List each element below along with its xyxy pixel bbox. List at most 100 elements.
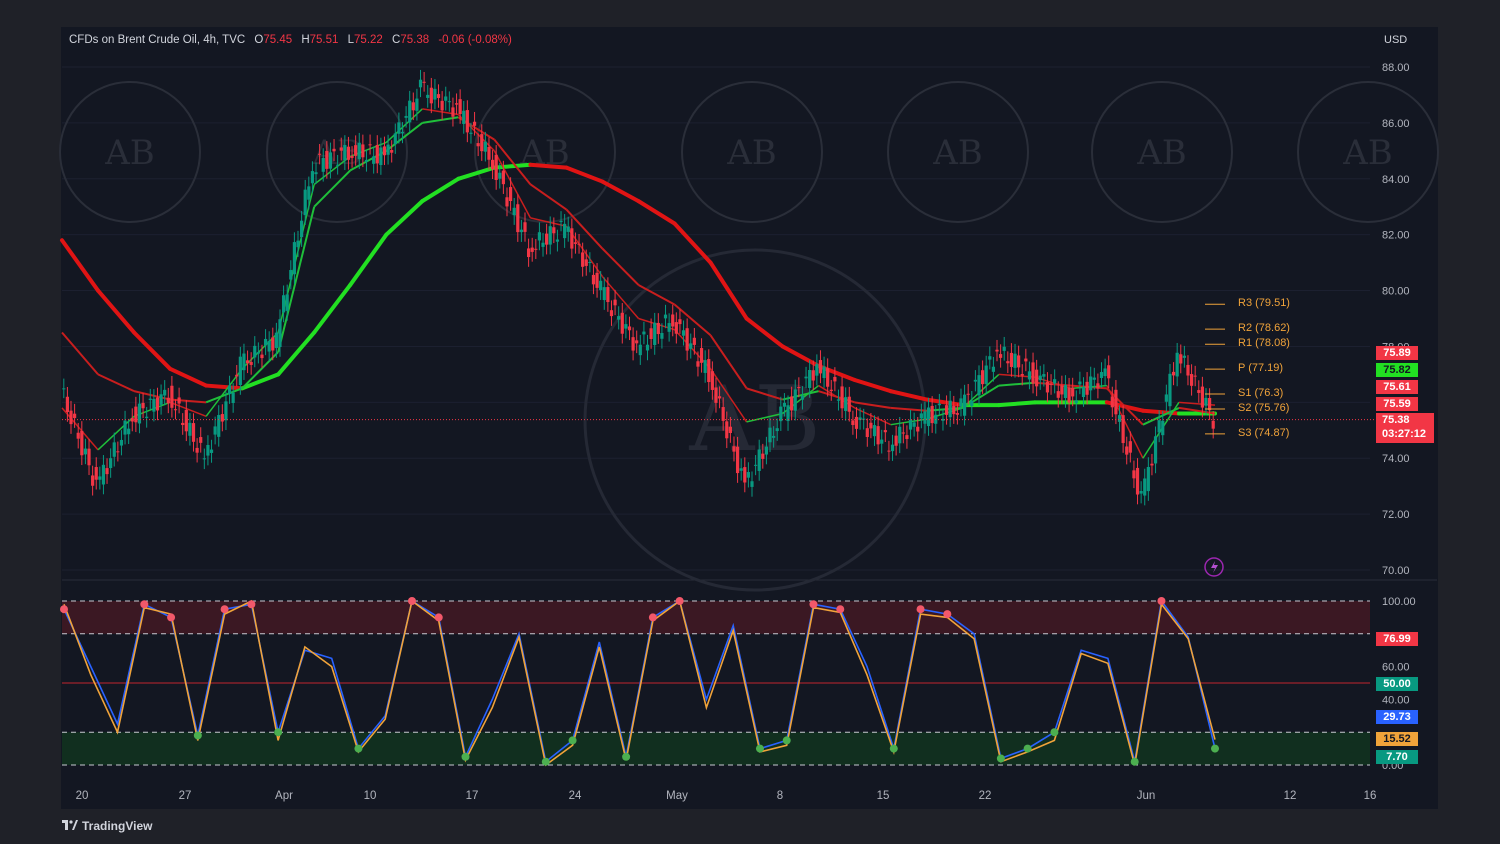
- candle-body: [591, 274, 596, 285]
- candle-body: [656, 322, 660, 335]
- candle-body: [368, 144, 372, 146]
- overbought-dot: [1157, 597, 1166, 605]
- tradingview-logo[interactable]: TradingView: [62, 819, 152, 833]
- ma-long-segment: [168, 366, 209, 388]
- candle-body: [418, 79, 423, 88]
- candle-body: [793, 389, 797, 411]
- candle-body: [710, 371, 714, 390]
- candle-body: [480, 134, 484, 152]
- candle-body: [754, 464, 758, 466]
- pivot-label: R2 (78.62): [1238, 322, 1290, 335]
- candle-body: [469, 132, 473, 134]
- candle-body: [1035, 369, 1039, 387]
- candle-body: [191, 423, 196, 442]
- candle-body: [772, 435, 776, 438]
- candle-body: [984, 365, 988, 384]
- candle-body: [883, 430, 887, 433]
- currency-label[interactable]: USD: [1384, 34, 1407, 46]
- candle-body: [1056, 391, 1060, 398]
- watermark-text: AB: [1342, 133, 1393, 173]
- candle-body: [743, 467, 747, 483]
- candle-body: [177, 397, 181, 404]
- ma-long-segment: [996, 400, 1037, 408]
- candle-body: [1179, 354, 1183, 364]
- pivot-label: P (77.19): [1238, 362, 1284, 375]
- candle-body: [321, 158, 325, 172]
- candle-body: [1204, 397, 1208, 406]
- oversold-dot: [889, 744, 898, 753]
- candle-body: [1067, 387, 1071, 403]
- candle-body: [1135, 467, 1140, 495]
- candle-body: [901, 432, 905, 434]
- candle-body: [1071, 387, 1075, 397]
- candle-body: [415, 98, 419, 111]
- oversold-dot: [354, 744, 363, 753]
- price-axis-label: 86.00: [1382, 118, 1410, 130]
- time-axis-label: 16: [1364, 790, 1377, 802]
- candle-body: [1197, 390, 1201, 393]
- candle-body: [962, 394, 967, 416]
- candle-body: [977, 375, 981, 396]
- candle-body: [667, 323, 671, 332]
- candle-body: [1099, 372, 1104, 378]
- candle-body: [76, 432, 80, 439]
- candle-body: [764, 446, 769, 455]
- candle-body: [530, 247, 534, 252]
- candle-body: [325, 150, 329, 169]
- candle-body: [545, 233, 549, 245]
- symbol-header[interactable]: CFDs on Brent Crude Oil, 4h, TVC O75.45 …: [69, 34, 512, 46]
- candle-body: [1139, 490, 1143, 494]
- candle-body: [1096, 383, 1100, 389]
- candle-body: [1189, 374, 1194, 386]
- candle-body: [285, 294, 289, 311]
- ma-long-segment: [852, 377, 893, 394]
- candle-body: [746, 472, 750, 478]
- candle-body: [699, 348, 704, 363]
- candle-body: [498, 172, 502, 179]
- oversold-dot: [755, 744, 764, 753]
- candle-body: [663, 314, 668, 319]
- chart-canvas[interactable]: AB AB AB AB AB AB ABAB 88.0086.0084.0082.0080.…: [0, 0, 1500, 844]
- candle-body: [1114, 389, 1118, 415]
- candle-body: [822, 366, 826, 379]
- candle-body: [638, 344, 642, 356]
- candle-body: [923, 411, 927, 424]
- candle-body: [408, 100, 412, 123]
- candle-body: [1193, 375, 1197, 377]
- candle-body: [465, 110, 469, 133]
- candle-body: [231, 392, 235, 403]
- candle-body: [472, 121, 477, 126]
- candle-body: [501, 170, 505, 185]
- candle-body: [869, 422, 873, 429]
- overbought-dot: [140, 600, 149, 609]
- candle-body: [426, 94, 430, 98]
- candle-body: [1150, 463, 1154, 466]
- branding-text: TradingView: [82, 819, 153, 833]
- candle-body: [173, 409, 178, 411]
- price-axis-label: 80.00: [1382, 286, 1410, 298]
- candle-body: [537, 232, 542, 241]
- candle-body: [80, 430, 84, 456]
- candle-body: [202, 458, 206, 460]
- candle-body: [1107, 365, 1111, 379]
- candle-body: [1081, 386, 1086, 398]
- ma-line-segment: [638, 284, 676, 306]
- candle-body: [955, 413, 959, 415]
- candle-body: [508, 187, 513, 202]
- candle-body: [595, 272, 599, 288]
- candle-body: [1171, 371, 1176, 376]
- ma-long-segment: [672, 221, 713, 265]
- watermark-text: AB: [104, 133, 155, 173]
- time-axis-label: 17: [466, 790, 479, 802]
- candle-body: [627, 326, 632, 331]
- candle-body: [354, 145, 358, 156]
- candle-body: [170, 385, 174, 408]
- candle-body: [372, 156, 376, 164]
- watermark-text: AB: [726, 133, 777, 173]
- time-axis-label: 24: [569, 790, 582, 802]
- candle-body: [379, 147, 383, 166]
- candle-body: [519, 229, 523, 233]
- ma-line-segment: [205, 387, 243, 404]
- candle-body: [386, 144, 390, 155]
- candle-body: [739, 468, 743, 471]
